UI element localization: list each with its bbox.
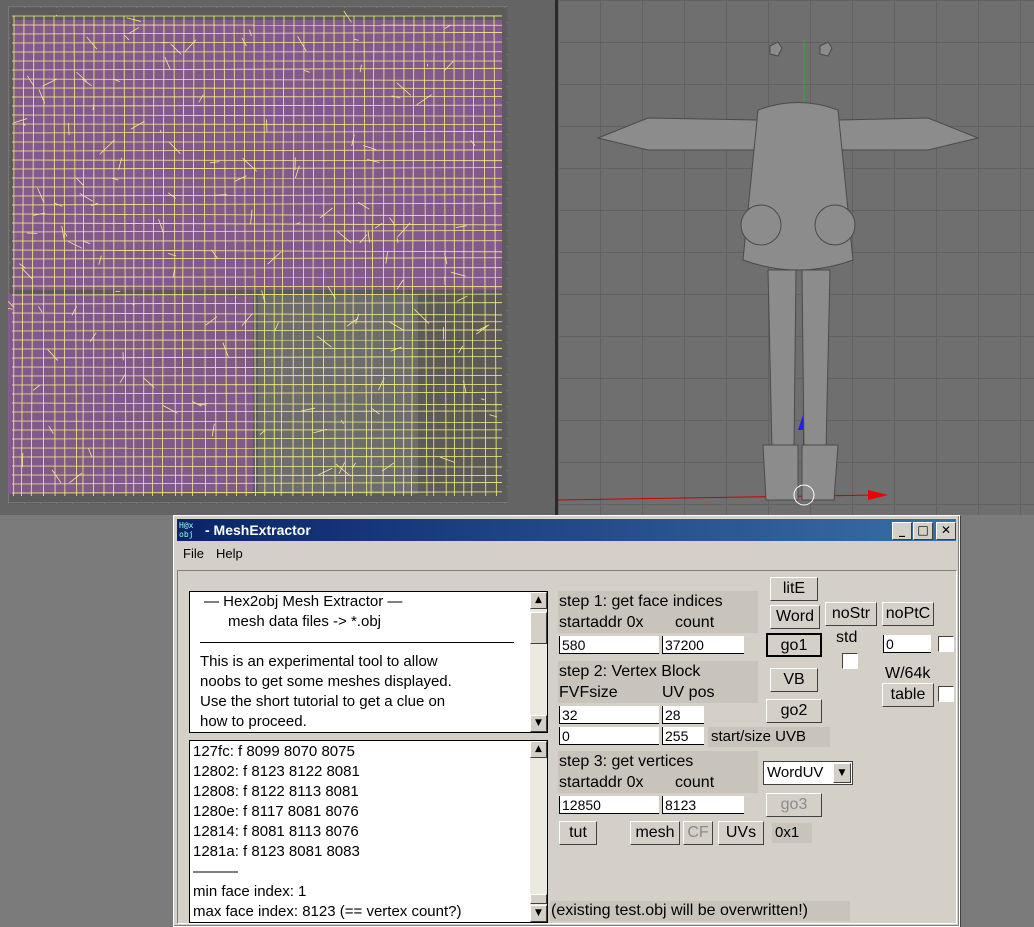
w64k-label: W/64k [885,665,931,682]
table-button[interactable]: table [882,683,934,707]
step3-count-label: count [675,774,715,791]
step2-uvpos-label: UV pos [662,684,715,701]
minimize-button[interactable]: _ [892,522,912,540]
noptc-button[interactable]: noPtC [882,602,934,626]
step3-startaddr-input[interactable]: 12850 [559,796,659,814]
character-model [557,40,980,506]
uv-format-dropdown[interactable]: WordUV ▼ [763,761,853,785]
std-label: std [836,629,858,646]
intro-line-2: mesh data files -> *.obj [228,613,381,630]
go1-button[interactable]: go1 [766,633,822,657]
intro-line-4: noobs to get some meshes displayed. [200,673,452,690]
ptc-checkbox[interactable] [938,636,954,652]
step2-uvb-size-input[interactable]: 255 [662,727,704,745]
scroll-down-arrow-icon[interactable]: ▼ [530,715,547,732]
scroll-down-arrow-icon[interactable]: ▼ [530,905,547,922]
log-line: 1280e: f 8117 8081 8076 [193,803,359,820]
status-text: (existing test.obj will be overwritten!) [551,902,808,919]
maximize-button[interactable]: □ [913,522,933,540]
step1-count-input[interactable]: 37200 [662,636,744,654]
intro-scrollbar[interactable]: ▲ ▼ [530,592,547,732]
title-bar[interactable]: H@x obj - MeshExtractor _ □ ✕ [177,519,956,541]
step1-startaddr-input[interactable]: 580 [559,636,659,654]
mesh-extractor-window: H@x obj - MeshExtractor _ □ ✕ File Help —… [173,515,960,927]
3d-viewport[interactable] [557,0,1034,515]
vb-button[interactable]: VB [770,668,818,692]
step3-startaddr-label: startaddr 0x [559,774,644,791]
scroll-up-arrow-icon[interactable]: ▲ [530,741,547,758]
intro-line-3: This is an experimental tool to allow [200,653,438,670]
scroll-up-arrow-icon[interactable]: ▲ [530,592,547,609]
log-separator: ——— [193,863,238,880]
scroll-thumb[interactable] [530,612,547,644]
window-title: - MeshExtractor [205,522,311,538]
word-button[interactable]: Word [770,605,820,629]
lite-button[interactable]: litE [770,577,818,601]
step1-startaddr-label: startaddr 0x [559,614,644,631]
log-line: 12814: f 8081 8113 8076 [193,823,359,840]
nostr-button[interactable]: noStr [825,602,877,626]
intro-line-1: — Hex2obj Mesh Extractor — [204,593,403,610]
scroll-thumb[interactable] [530,894,547,904]
step1-title: step 1: get face indices [559,593,723,610]
go2-button[interactable]: go2 [766,699,822,723]
close-button[interactable]: ✕ [936,522,956,540]
intro-textbox[interactable]: — Hex2obj Mesh Extractor — mesh data fil… [189,591,548,733]
menu-help[interactable]: Help [210,543,249,565]
app-icon: H@x obj [179,521,201,539]
uvs-button[interactable]: UVs [718,821,764,845]
log-max-face: max face index: 8123 (== vertex count?) [193,903,462,920]
ptc-value-input[interactable]: 0 [883,635,931,653]
menu-bar: File Help [177,543,956,565]
step2-uvb-start-input[interactable]: 0 [559,727,659,745]
step1-count-label: count [675,614,715,631]
chevron-down-icon[interactable]: ▼ [833,763,851,783]
uv-map-texture [0,6,508,504]
uv-wireframe [0,8,506,502]
step2-title: step 2: Vertex Block [559,663,701,680]
log-scrollbar[interactable]: ▲ ▼ [530,741,547,922]
mesh-button[interactable]: mesh [630,821,680,845]
cf-button[interactable]: CF [683,821,713,845]
table-checkbox[interactable] [938,686,954,702]
intro-divider [200,642,514,643]
log-min-face: min face index: 1 [193,883,307,900]
intro-line-5: Use the short tutorial to get a clue on [200,693,446,710]
intro-line-6: how to proceed. [200,713,307,730]
log-line: 127fc: f 8099 8070 8075 [193,743,355,760]
step2-fvf-input[interactable]: 32 [559,706,659,724]
log-line: 1281a: f 8123 8081 8083 [193,843,360,860]
step3-title: step 3: get vertices [559,753,694,770]
client-area: — Hex2obj Mesh Extractor — mesh data fil… [177,570,957,924]
uv-editor-pane [0,0,555,515]
step2-startsize-label: start/size UVB [711,728,807,745]
step2-uvpos-input[interactable]: 28 [662,706,704,724]
step2-fvf-label: FVFsize [559,684,618,701]
hex-value: 0x1 [775,824,800,841]
menu-file[interactable]: File [177,543,210,565]
log-line: 12802: f 8123 8122 8081 [193,763,360,780]
dropdown-selected: WordUV [767,764,824,781]
go3-button[interactable]: go3 [766,793,822,817]
tut-button[interactable]: tut [559,821,597,845]
std-checkbox[interactable] [842,653,858,669]
log-line: 12808: f 8122 8113 8081 [193,783,359,800]
step3-count-input[interactable]: 8123 [662,796,744,814]
log-textbox[interactable]: 127fc: f 8099 8070 8075 12802: f 8123 812… [189,740,548,923]
